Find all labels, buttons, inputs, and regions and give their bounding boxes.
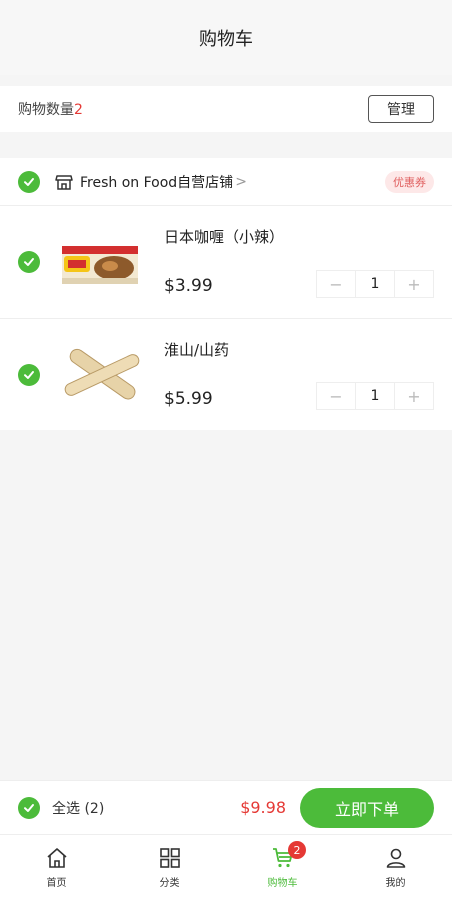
yam-product-image[interactable] (60, 333, 144, 417)
shop-select-checkbox[interactable] (18, 170, 40, 193)
checkout-bar: 全选 (2) $9.98 立即下单 (0, 780, 452, 834)
select-all-label[interactable]: 全选 (2) (52, 798, 104, 818)
quantity-stepper: − 1 + (316, 382, 434, 410)
cart-count-bar: 购物数量2 管理 (0, 86, 452, 132)
check-icon (24, 803, 34, 812)
tab-home[interactable]: 首页 (0, 835, 113, 900)
grid-icon (159, 848, 180, 868)
cart-item: 淮山/山药 $5.99 − 1 + (0, 318, 452, 430)
quantity-value[interactable]: 1 (355, 383, 395, 409)
tab-label: 分类 (159, 878, 180, 889)
decrease-button[interactable]: − (317, 383, 355, 409)
item-name[interactable]: 淮山/山药 (164, 339, 229, 360)
item-price: $5.99 (164, 388, 213, 409)
shop-header: Fresh on Food自营店铺 > 优惠券 (0, 158, 452, 206)
cart-count-label: 购物数量2 (18, 102, 83, 118)
item-name[interactable]: 日本咖喱（小辣） (164, 226, 284, 247)
tab-cart[interactable]: 2 购物车 (226, 835, 339, 900)
manage-button[interactable]: 管理 (368, 95, 434, 123)
tab-label: 首页 (46, 878, 67, 889)
item-select-checkbox[interactable] (18, 363, 40, 386)
chevron-right-icon: > (235, 173, 247, 190)
cart-badge: 2 (288, 841, 306, 859)
curry-product-image[interactable] (60, 220, 144, 304)
item-price: $3.99 (164, 276, 213, 296)
tab-category[interactable]: 分类 (113, 835, 226, 900)
tab-profile[interactable]: 我的 (339, 835, 452, 900)
place-order-button[interactable]: 立即下单 (300, 787, 434, 828)
cart-item: 日本咖喱（小辣） $3.99 − 1 + (0, 206, 452, 318)
item-select-checkbox[interactable] (18, 251, 40, 273)
cart-count-number: 2 (74, 102, 83, 118)
page-header: 购物车 (0, 0, 452, 75)
tab-label: 购物车 (267, 878, 298, 889)
decrease-button[interactable]: − (317, 271, 355, 297)
bottom-tab-bar: 首页 分类 2 购物车 我的 (0, 834, 452, 900)
increase-button[interactable]: + (395, 383, 433, 409)
shop-name[interactable]: Fresh on Food自营店铺 (80, 172, 233, 192)
check-icon (24, 258, 34, 266)
user-icon (386, 848, 405, 868)
total-price: $9.98 (240, 798, 286, 817)
shop-section: Fresh on Food自营店铺 > 优惠券 日本咖喱（小辣） $3.99 −… (0, 158, 452, 430)
coupon-button[interactable]: 优惠券 (385, 170, 434, 193)
check-icon (24, 370, 34, 379)
check-icon (24, 177, 34, 186)
quantity-value[interactable]: 1 (355, 271, 395, 297)
page-title: 购物车 (199, 28, 253, 50)
select-all-checkbox[interactable] (18, 796, 40, 819)
tab-label: 我的 (385, 878, 406, 889)
increase-button[interactable]: + (395, 271, 433, 297)
quantity-stepper: − 1 + (316, 270, 434, 298)
store-icon (55, 174, 73, 190)
home-icon (46, 848, 67, 868)
